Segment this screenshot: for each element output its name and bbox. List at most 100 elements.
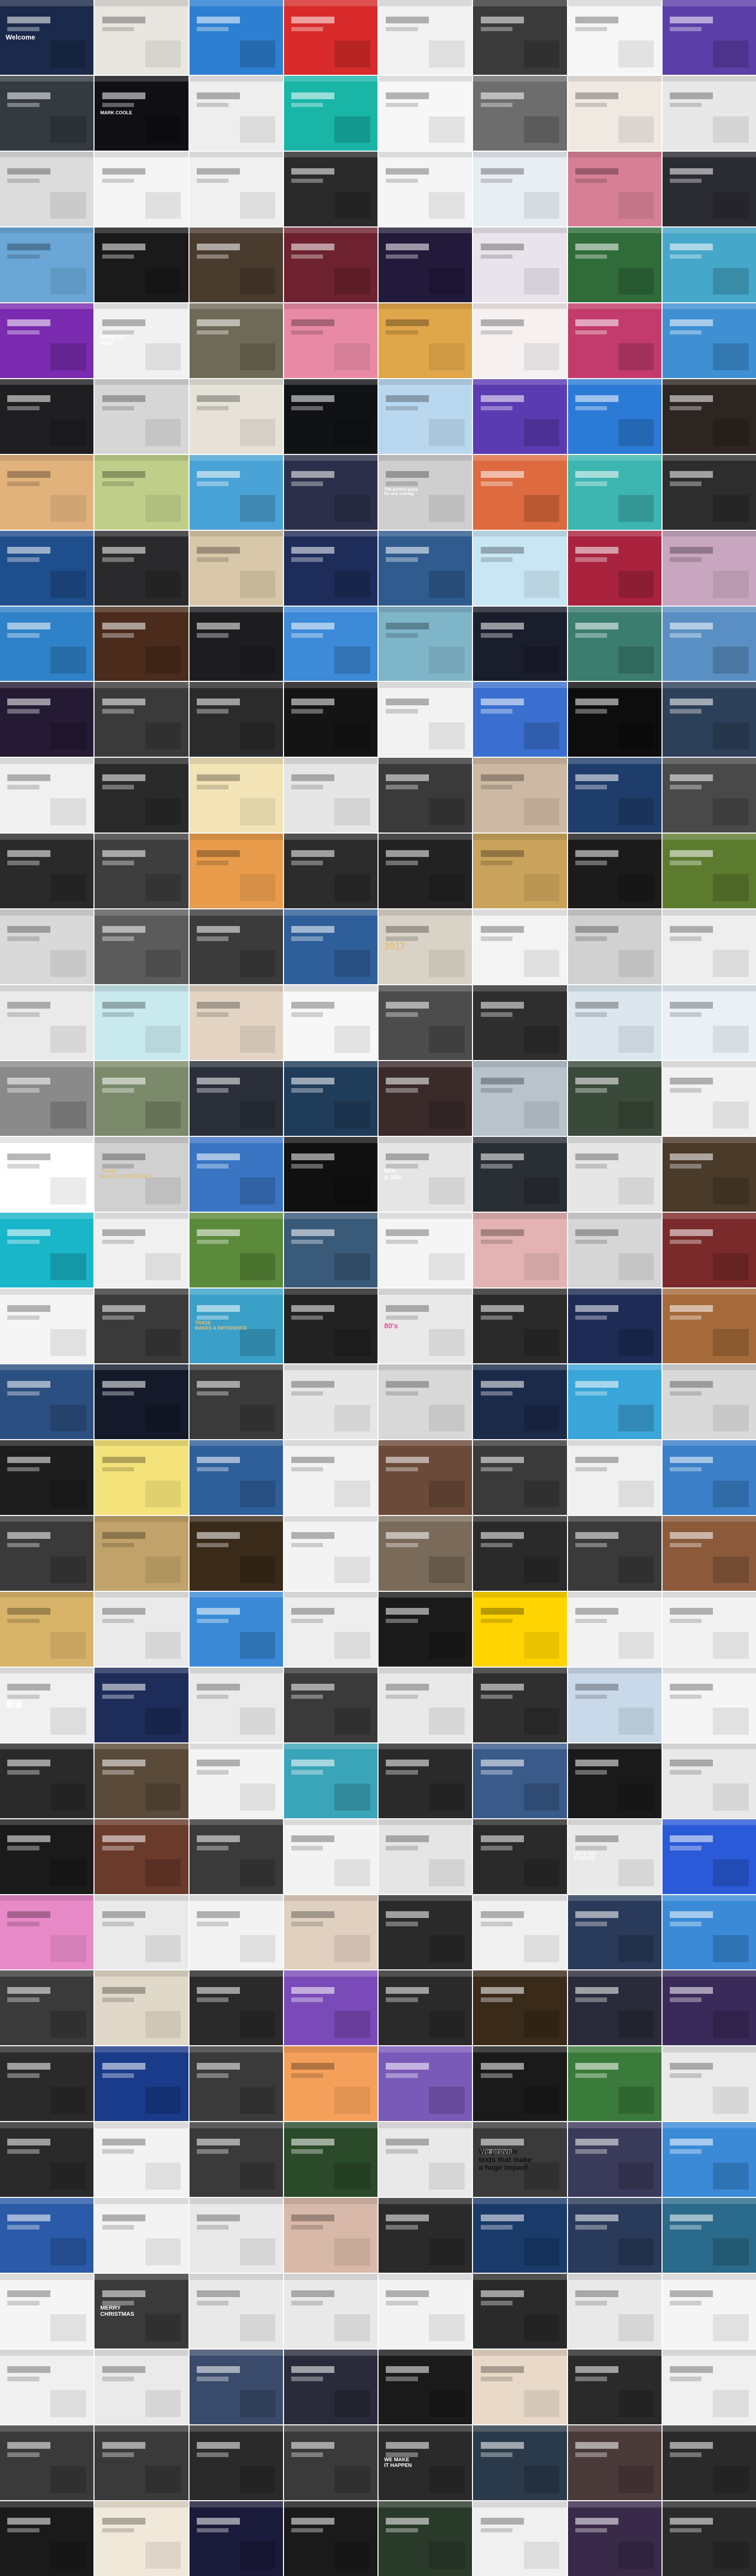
thumbnail-block <box>102 936 134 941</box>
thumbnail-block <box>196 2301 229 2305</box>
website-thumbnail <box>284 1213 377 1287</box>
thumbnail-block <box>662 2350 756 2356</box>
website-thumbnail <box>662 909 756 985</box>
thumbnail-block <box>291 1239 323 1244</box>
thumbnail-block <box>386 850 429 857</box>
thumbnail-block <box>145 1177 181 1204</box>
website-thumbnail: SPREAD PINK <box>95 303 188 378</box>
website-thumbnail <box>662 1364 756 1439</box>
thumbnail-block <box>473 2198 567 2204</box>
thumbnail-block <box>145 40 181 68</box>
thumbnail-block <box>7 1532 51 1539</box>
thumbnail-block <box>291 633 323 638</box>
thumbnail-block <box>670 1911 713 1918</box>
thumbnail-block <box>386 1077 429 1084</box>
thumbnail-block <box>291 168 335 175</box>
thumbnail-block <box>670 1532 713 1539</box>
thumbnail-block <box>7 2452 39 2457</box>
thumbnail-block <box>102 2366 145 2373</box>
thumbnail-block <box>291 1922 323 1926</box>
thumbnail-block <box>662 985 756 991</box>
website-thumbnail <box>0 2350 94 2425</box>
thumbnail-block <box>102 861 134 865</box>
thumbnail-block <box>386 1153 429 1160</box>
thumbnail-block <box>568 1061 662 1067</box>
thumbnail-block <box>196 1618 229 1624</box>
thumbnail-block <box>473 1895 567 1901</box>
thumbnail-block <box>713 1859 749 1887</box>
website-thumbnail <box>568 2425 662 2501</box>
thumbnail-block <box>239 2390 276 2417</box>
website-thumbnail <box>95 985 188 1061</box>
website-thumbnail <box>284 2122 377 2197</box>
thumbnail-block <box>189 0 283 6</box>
thumbnail-block <box>7 1153 51 1160</box>
thumbnail-block <box>386 2073 418 2078</box>
thumbnail-block <box>568 1591 662 1598</box>
thumbnail-block <box>196 319 240 327</box>
thumbnail-block <box>291 2441 335 2449</box>
thumbnail-block <box>575 699 618 706</box>
thumbnail-block <box>189 2350 283 2356</box>
thumbnail-block <box>473 758 567 764</box>
thumbnail-block <box>480 699 524 706</box>
thumbnail-block <box>50 2541 86 2569</box>
thumbnail-block <box>386 1391 418 1396</box>
thumbnail-block <box>196 2290 240 2297</box>
thumbnail-block <box>662 303 756 310</box>
website-thumbnail <box>0 1895 94 1970</box>
thumbnail-block <box>196 1153 240 1160</box>
thumbnail-block <box>239 192 276 219</box>
website-thumbnail <box>189 2425 283 2501</box>
thumbnail-block <box>196 2517 240 2525</box>
thumbnail-block <box>102 1239 134 1244</box>
thumbnail-block <box>102 1532 145 1539</box>
thumbnail-block <box>480 168 524 175</box>
website-thumbnail: The perfect pizza for any craving <box>379 454 473 530</box>
website-thumbnail <box>662 682 756 757</box>
thumbnail-block <box>145 1859 181 1887</box>
thumbnail-block <box>196 1229 240 1236</box>
thumbnail-block <box>480 1532 524 1539</box>
thumbnail-block <box>239 116 276 143</box>
thumbnail-block <box>7 1239 39 1244</box>
thumbnail-block <box>618 1404 654 1432</box>
thumbnail-block <box>670 1922 702 1926</box>
thumbnail-block <box>713 2541 749 2569</box>
thumbnail-block <box>196 699 240 706</box>
website-thumbnail <box>95 1743 188 1818</box>
website-thumbnail <box>473 1137 567 1212</box>
thumbnail-block <box>575 471 618 478</box>
website-thumbnail <box>568 2501 662 2576</box>
thumbnail-block <box>291 16 335 23</box>
thumbnail-block <box>291 1391 323 1396</box>
thumbnail-block <box>662 1364 756 1371</box>
thumbnail-block <box>7 16 51 23</box>
thumbnail-block <box>239 1859 276 1887</box>
thumbnail-block <box>480 395 524 403</box>
website-thumbnail <box>568 2046 662 2122</box>
thumbnail-block <box>386 2452 418 2457</box>
thumbnail-block <box>386 481 418 487</box>
thumbnail-block <box>575 16 618 23</box>
thumbnail-block <box>189 1061 283 1067</box>
thumbnail-block <box>291 1760 335 1767</box>
thumbnail-block <box>662 1819 756 1826</box>
website-thumbnail <box>473 1289 567 1363</box>
thumbnail-block <box>473 834 567 840</box>
website-thumbnail <box>568 909 662 985</box>
thumbnail-block <box>429 1708 465 1735</box>
thumbnail-block <box>291 557 323 562</box>
thumbnail-block <box>7 2225 39 2230</box>
website-thumbnail <box>189 2122 283 2197</box>
thumbnail-block <box>568 1137 662 1143</box>
website-thumbnail <box>189 1591 283 1667</box>
thumbnail-block <box>196 2225 229 2230</box>
thumbnail-block <box>480 2452 512 2457</box>
thumbnail-block <box>523 1025 560 1053</box>
thumbnail-block <box>334 874 370 901</box>
thumbnail-block <box>480 178 512 183</box>
thumbnail-block <box>670 2528 702 2533</box>
thumbnail-block <box>575 1153 618 1160</box>
thumbnail-block <box>473 1213 567 1219</box>
